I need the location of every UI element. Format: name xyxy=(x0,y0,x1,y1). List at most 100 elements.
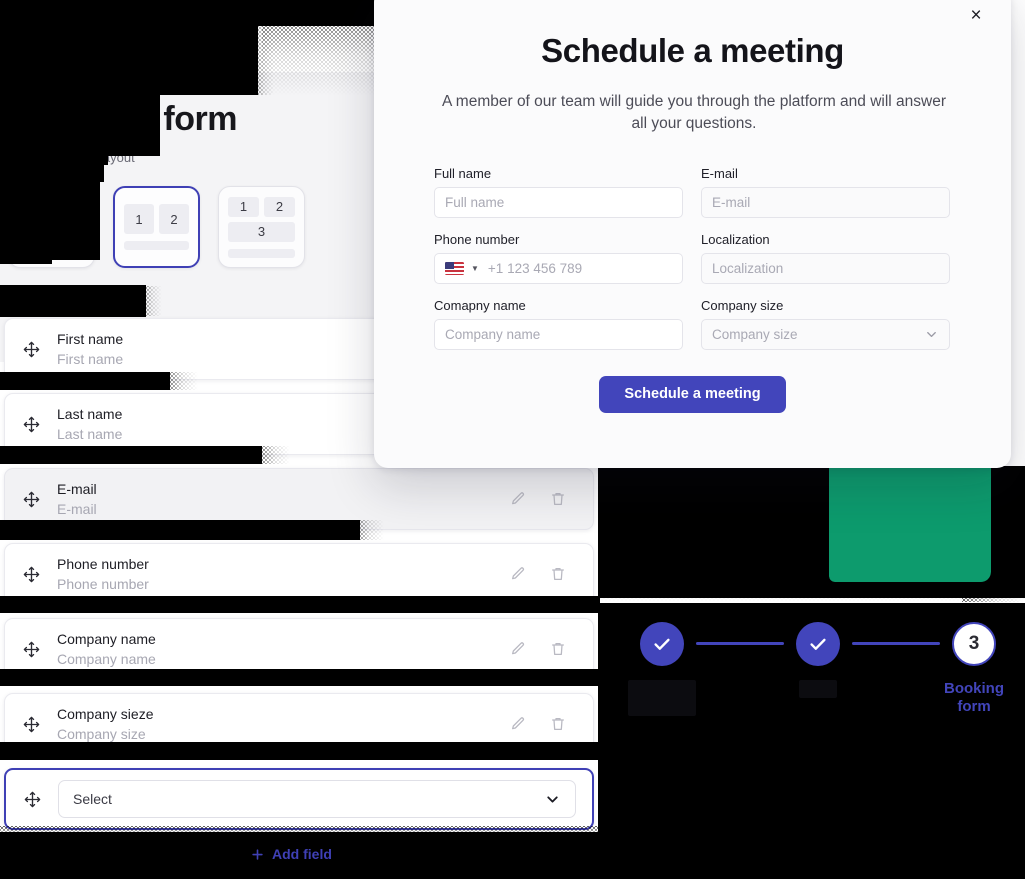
field-label: E-mail xyxy=(57,481,97,498)
modal-subtitle: A member of our team will guide you thro… xyxy=(442,93,946,133)
schedule-meeting-modal: × Schedule a meeting A member of our tea… xyxy=(374,0,1011,468)
modal-title: Schedule a meeting xyxy=(541,32,844,69)
delete-trash-icon[interactable] xyxy=(549,565,567,583)
add-field-button-overlay[interactable]: Add field xyxy=(250,846,332,862)
schedule-meeting-submit-button[interactable]: Schedule a meeting xyxy=(599,375,786,413)
stepper-step-2[interactable]: Team xyxy=(784,622,852,698)
modal-actions: Schedule a meeting xyxy=(434,375,951,413)
field-row-select[interactable]: Select xyxy=(4,768,594,830)
input-placeholder: Full name xyxy=(445,194,505,210)
redaction-block xyxy=(0,95,108,165)
input-phone-number[interactable]: ▼ +1 123 456 789 xyxy=(434,252,683,284)
field-label-company-name: Comapny name xyxy=(434,297,526,313)
input-localization[interactable]: Localization xyxy=(701,252,950,284)
delete-trash-icon[interactable] xyxy=(549,715,567,733)
redaction-block xyxy=(0,446,262,464)
row-action-group xyxy=(509,715,577,733)
row-action-group xyxy=(509,490,577,508)
input-company-name[interactable]: Company name xyxy=(434,318,683,350)
field-placeholder: Company name xyxy=(57,650,156,667)
field-placeholder: E-mail xyxy=(57,500,97,517)
drag-handle-icon[interactable] xyxy=(19,412,43,436)
field-label: Company sieze xyxy=(57,706,154,723)
field-label-phone-number: Phone number xyxy=(434,231,520,247)
stepper-step-3[interactable]: 3 Booking form xyxy=(940,622,1008,716)
layout-preview-grid: 1 2 xyxy=(124,204,189,234)
input-email[interactable]: E-mail xyxy=(701,186,950,218)
stepper-step-1[interactable]: Meeting details xyxy=(628,622,696,716)
field-label-company-size: Company size xyxy=(701,297,784,313)
redaction-block xyxy=(256,0,376,26)
drag-handle-icon[interactable] xyxy=(20,787,44,811)
layout-preview-bar xyxy=(124,241,189,250)
select-dropdown[interactable]: Select xyxy=(58,780,576,818)
row-action-group xyxy=(509,565,577,583)
select-value: Select xyxy=(73,791,112,807)
redaction-block xyxy=(18,232,96,256)
layout-option-three-column[interactable]: 1 2 3 xyxy=(218,186,305,268)
step-check-icon xyxy=(640,622,684,666)
us-flag-icon xyxy=(445,261,464,275)
field-label-localization: Localization xyxy=(701,231,770,247)
step-check-icon xyxy=(796,622,840,666)
modal-form: Full name Full name E-mail E-mail Phone … xyxy=(434,166,951,350)
form-group-company-size: Company size Company size xyxy=(701,298,950,350)
stepper-label-2: Team xyxy=(798,680,838,698)
edit-pencil-icon[interactable] xyxy=(509,490,527,508)
edit-pencil-icon[interactable] xyxy=(509,640,527,658)
layout-option-two-column[interactable]: 1 2 xyxy=(113,186,200,268)
drag-handle-icon[interactable] xyxy=(19,487,43,511)
redaction-block xyxy=(0,372,170,390)
drag-handle-icon[interactable] xyxy=(19,337,43,361)
redaction-block xyxy=(0,742,600,760)
add-field-label: Add field xyxy=(272,846,332,862)
delete-trash-icon[interactable] xyxy=(549,490,567,508)
input-full-name[interactable]: Full name xyxy=(434,186,683,218)
layout-cell: 1 xyxy=(124,204,154,234)
field-placeholder: Phone number xyxy=(57,575,149,592)
progress-stepper-overlay: Meeting details Team 3 Booking form xyxy=(628,622,1008,716)
drag-handle-icon[interactable] xyxy=(19,562,43,586)
redaction-block xyxy=(0,160,104,182)
input-placeholder: E-mail xyxy=(712,194,751,210)
field-label-full-name: Full name xyxy=(434,165,492,181)
form-group-email: E-mail E-mail xyxy=(701,166,950,218)
redaction-block xyxy=(0,520,360,540)
close-icon[interactable]: × xyxy=(963,2,989,28)
layout-cell: 2 xyxy=(159,204,189,234)
country-caret-down-icon[interactable]: ▼ xyxy=(471,264,479,273)
row-action-group xyxy=(509,640,577,658)
app-screenshot: Booking form Choose form layout 1 1 2 1 … xyxy=(0,0,1025,879)
drag-handle-icon[interactable] xyxy=(19,637,43,661)
form-group-full-name: Full name Full name xyxy=(434,166,683,218)
field-label: Company name xyxy=(57,631,156,648)
redaction-block xyxy=(0,0,258,95)
field-text-group: Company sieze Company size xyxy=(57,706,509,741)
redaction-block xyxy=(0,596,600,613)
edit-pencil-icon[interactable] xyxy=(509,565,527,583)
input-placeholder: Localization xyxy=(712,260,784,276)
drag-handle-icon[interactable] xyxy=(19,712,43,736)
input-placeholder: +1 123 456 789 xyxy=(487,260,583,276)
layout-cell: 3 xyxy=(228,221,295,242)
stepper-connector xyxy=(852,642,940,645)
chevron-down-icon xyxy=(924,327,939,342)
stepper-connector xyxy=(696,642,784,645)
redaction-block xyxy=(0,669,600,686)
edit-pencil-icon[interactable] xyxy=(509,715,527,733)
field-text-group: Company name Company name xyxy=(57,631,509,666)
field-placeholder: Company size xyxy=(57,725,146,742)
delete-trash-icon[interactable] xyxy=(549,640,567,658)
select-company-size[interactable]: Company size xyxy=(701,318,950,350)
select-placeholder: Company size xyxy=(712,326,798,342)
layout-preview-grid: 1 2 3 xyxy=(228,196,295,242)
form-group-phone-number: Phone number ▼ +1 123 456 789 xyxy=(434,232,683,284)
form-group-company-name: Comapny name Company name xyxy=(434,298,683,350)
field-text-group: Phone number Phone number xyxy=(57,556,509,591)
form-group-localization: Localization Localization xyxy=(701,232,950,284)
step-number-badge: 3 xyxy=(952,622,996,666)
layout-preview-bar xyxy=(228,248,295,258)
stepper-label-3: Booking form xyxy=(944,680,1004,715)
chevron-down-icon xyxy=(544,791,561,808)
plus-icon xyxy=(250,847,265,862)
